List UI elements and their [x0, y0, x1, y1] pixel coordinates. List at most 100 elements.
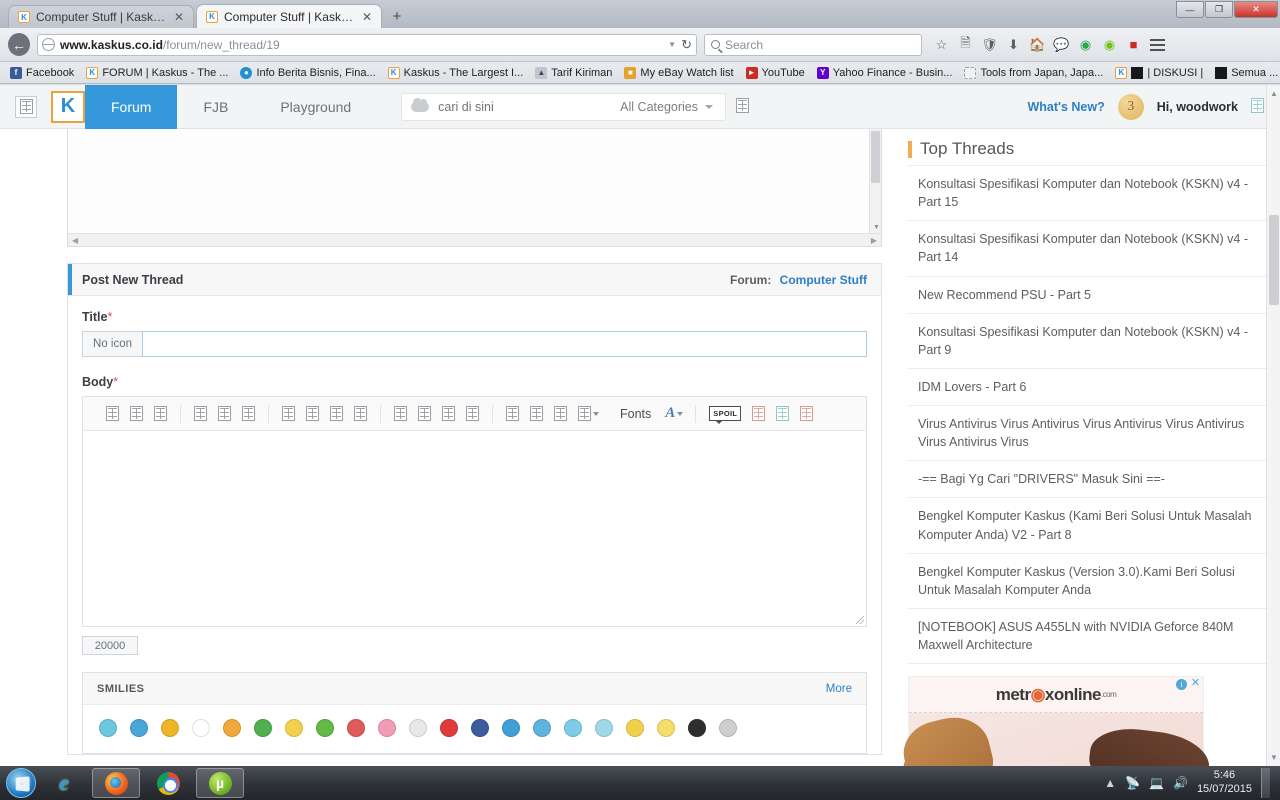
close-icon[interactable]: ✕	[361, 11, 373, 23]
computer-smiley[interactable]	[719, 719, 737, 737]
ad-close-icon[interactable]: ✕	[1190, 678, 1201, 690]
nav-item-forum[interactable]: Forum	[85, 85, 178, 129]
site-search[interactable]: All Categories	[401, 92, 726, 121]
kaskus-logo[interactable]: K	[51, 90, 85, 123]
bookmark-item[interactable]: Y Yahoo Finance - Busin...	[811, 63, 959, 82]
top-thread-link[interactable]: IDM Lovers - Part 6	[908, 369, 1268, 406]
top-thread-link[interactable]: [NOTEBOOK] ASUS A455LN with NVIDIA Gefor…	[908, 609, 1268, 665]
advertisement[interactable]: i ✕ metr◉xonline.com METROX RAMADHAN SAL…	[897, 676, 1213, 766]
underline-broken-icon[interactable]	[154, 406, 167, 421]
back-button[interactable]: ←	[8, 33, 30, 56]
addon-green2-icon[interactable]: ◉	[1099, 34, 1120, 55]
home-icon[interactable]: 🏠	[1027, 34, 1048, 55]
resize-handle[interactable]	[856, 616, 864, 624]
taskbar-utorrent[interactable]: µ	[196, 768, 244, 798]
bear-smiley[interactable]	[533, 719, 551, 737]
scroll-right-arrow-icon[interactable]: ▶	[871, 236, 877, 245]
bookmark-item[interactable]: K Kaskus - The Largest I...	[382, 63, 530, 82]
show-desktop-button[interactable]	[1261, 768, 1270, 798]
bullet-list-broken-icon[interactable]	[282, 406, 295, 421]
table-broken-icon[interactable]	[506, 406, 519, 421]
search-broken-icon[interactable]	[736, 97, 749, 116]
no-icon-button[interactable]: No icon	[82, 331, 142, 357]
text-color-button[interactable]: A	[665, 405, 684, 422]
cendol-smiley[interactable]	[254, 719, 272, 737]
top-thread-link[interactable]: Konsultasi Spesifikasi Komputer dan Note…	[908, 221, 1268, 277]
site-search-input[interactable]	[438, 99, 609, 114]
video-broken-icon[interactable]	[442, 406, 455, 421]
red-broken-icon[interactable]	[752, 406, 766, 421]
top-thread-link[interactable]: -== Bagi Yg Cari "DRIVERS" Masuk Sini ==…	[908, 461, 1268, 499]
page-scrollbar-thumb[interactable]	[1269, 215, 1279, 305]
shield-icon[interactable]: 🛡	[979, 34, 1000, 55]
teal-broken-icon[interactable]	[776, 406, 790, 421]
close-icon[interactable]: ✕	[173, 11, 185, 23]
top-thread-link[interactable]: Virus Antivirus Virus Antivirus Virus An…	[908, 406, 1268, 462]
peace-smiley[interactable]	[99, 719, 117, 737]
browser-tab-2[interactable]: Computer Stuff | Kaskus - ... ✕	[196, 4, 382, 28]
bookmark-item[interactable]: Semua ...	[1209, 63, 1280, 82]
quote-broken-icon[interactable]	[466, 406, 479, 421]
scroll-down-arrow-icon[interactable]: ▼	[873, 224, 880, 231]
volume-icon[interactable]: 🔊	[1173, 776, 1188, 790]
address-bar[interactable]: www.kaskus.co.id/forum/new_thread/19 ▼ ↻	[37, 33, 697, 56]
panel-vertical-scrollbar[interactable]: ▼	[869, 129, 881, 233]
smilies-more-link[interactable]: More	[826, 683, 852, 695]
bookmark-item[interactable]: ● Info Berita Bisnis, Fina...	[234, 63, 381, 82]
angry-smiley[interactable]	[347, 719, 365, 737]
tray-expand-icon[interactable]: ▲	[1104, 776, 1116, 790]
download-icon[interactable]: ⬇	[1003, 34, 1024, 55]
image-broken-icon[interactable]	[418, 406, 431, 421]
panel-horizontal-scrollbar[interactable]: ◀ ▶	[68, 233, 881, 246]
menu-button[interactable]	[1147, 34, 1168, 55]
category-dropdown[interactable]: All Categories	[608, 100, 725, 114]
blue-smiley[interactable]	[502, 719, 520, 737]
pink-smiley[interactable]	[378, 719, 396, 737]
top-thread-link[interactable]: Konsultasi Spesifikasi Komputer dan Note…	[908, 166, 1268, 222]
close-window-button[interactable]: ✕	[1234, 1, 1278, 18]
scroll-up-arrow-icon[interactable]: ▲	[1270, 89, 1278, 98]
chevron-down-icon[interactable]: ▼	[668, 40, 676, 49]
italic-broken-icon[interactable]	[130, 406, 143, 421]
action-center-icon[interactable]: 💻	[1149, 776, 1164, 790]
star-smiley[interactable]	[161, 719, 179, 737]
bold-broken-icon[interactable]	[106, 406, 119, 421]
scroll-down-arrow-icon[interactable]: ▼	[1270, 753, 1278, 762]
bookmark-item[interactable]: K | DISKUSI |	[1109, 63, 1209, 82]
reload-icon[interactable]: ↻	[681, 37, 692, 53]
network-icon[interactable]: 📡	[1125, 776, 1140, 790]
hammer-smiley[interactable]	[223, 719, 241, 737]
title-input[interactable]	[142, 331, 867, 357]
upper-scroll-panel[interactable]: ▼ ◀ ▶	[67, 129, 882, 247]
taskbar-internet-explorer[interactable]: e	[40, 768, 88, 798]
hr-broken-icon[interactable]	[554, 406, 567, 421]
grid-menu-button[interactable]	[15, 95, 37, 118]
align-left-broken-icon[interactable]	[194, 406, 207, 421]
browser-tab-1[interactable]: Computer Stuff | Kaskus - ... ✕	[8, 5, 194, 28]
neutral-smiley[interactable]	[657, 719, 675, 737]
indent-broken-icon[interactable]	[330, 406, 343, 421]
avatar[interactable]: 3	[1117, 93, 1144, 120]
number-list-broken-icon[interactable]	[306, 406, 319, 421]
bookmark-item[interactable]: f Facebook	[4, 63, 80, 82]
code-broken-icon[interactable]	[530, 406, 543, 421]
scroll-left-arrow-icon[interactable]: ◀	[72, 236, 78, 245]
scrollbar-thumb[interactable]	[871, 131, 880, 183]
youtube-downloader-icon[interactable]: ■	[1123, 34, 1144, 55]
maximize-button[interactable]: ❐	[1205, 1, 1233, 18]
nav-item-fjb[interactable]: FJB	[177, 85, 254, 129]
white-smiley[interactable]	[409, 719, 427, 737]
top-thread-link[interactable]: Bengkel Komputer Kaskus (Kami Beri Solus…	[908, 498, 1268, 554]
red2-broken-icon[interactable]	[800, 406, 814, 421]
page-scrollbar[interactable]: ▲ ▼	[1266, 85, 1280, 766]
yellow-smiley[interactable]	[285, 719, 303, 737]
green-smiley[interactable]	[316, 719, 334, 737]
nav-item-playground[interactable]: Playground	[254, 85, 377, 129]
police-smiley[interactable]	[471, 719, 489, 737]
minimize-button[interactable]: —	[1176, 1, 1204, 18]
align-center-broken-icon[interactable]	[218, 406, 231, 421]
bookmark-star-icon[interactable]: ☆	[931, 34, 952, 55]
shy-smiley[interactable]	[130, 719, 148, 737]
outdent-broken-icon[interactable]	[354, 406, 367, 421]
reader-icon[interactable]: 🗎	[955, 34, 976, 55]
